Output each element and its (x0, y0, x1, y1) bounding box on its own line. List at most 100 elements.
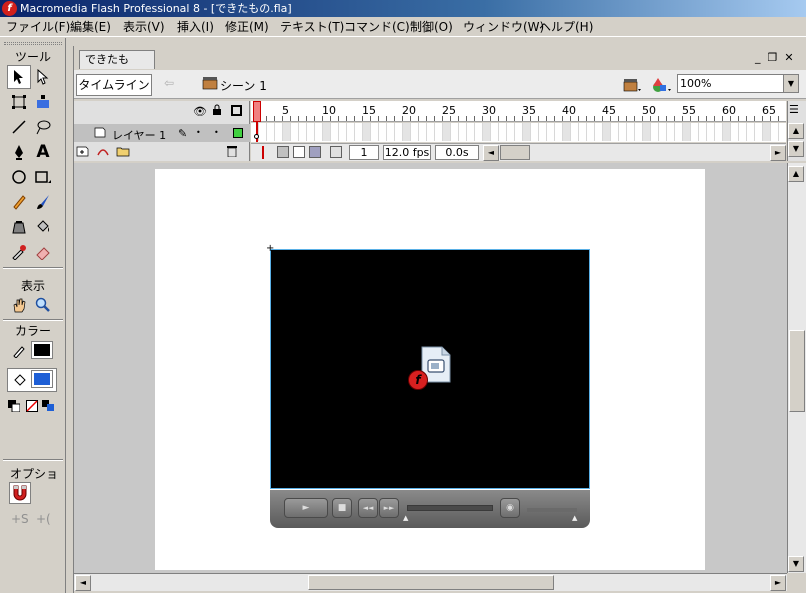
selection-tool[interactable] (7, 65, 31, 89)
ink-bottle-tool[interactable] (7, 215, 31, 239)
frame-cell[interactable] (339, 123, 347, 141)
frame-cell[interactable] (283, 123, 291, 141)
oval-tool[interactable] (7, 165, 31, 189)
onion-markers-icon[interactable] (330, 146, 342, 158)
menu-modify[interactable]: 修正(M) (225, 19, 269, 35)
timeline-scroll-left[interactable]: ◄ (483, 145, 499, 161)
no-color-icon[interactable] (23, 397, 41, 415)
frame-cell[interactable] (435, 123, 443, 141)
frame-cell[interactable] (491, 123, 499, 141)
timeline-scroll-right[interactable]: ► (770, 145, 786, 161)
frame-cell[interactable] (587, 123, 595, 141)
frame-cell[interactable] (507, 123, 515, 141)
frame-cell[interactable] (579, 123, 587, 141)
back-arrow-icon[interactable]: ⇦ (164, 76, 184, 94)
stroke-color-swatch[interactable] (31, 341, 53, 359)
rectangle-tool[interactable] (31, 165, 55, 189)
play-button[interactable]: ► (284, 498, 328, 518)
menu-commands[interactable]: コマンド(C) (344, 19, 410, 35)
layer-name[interactable]: レイヤー 1 (112, 127, 166, 143)
frame-cell[interactable] (331, 123, 339, 141)
frame-cell[interactable] (691, 123, 699, 141)
frame-cell[interactable] (259, 123, 267, 141)
close-icon[interactable]: ✕ (784, 51, 800, 64)
add-motion-guide-icon[interactable] (96, 145, 110, 157)
frame-cell[interactable] (555, 123, 563, 141)
zoom-select[interactable]: 100% (677, 74, 799, 93)
frame-cell[interactable] (539, 123, 547, 141)
frame-cell[interactable] (499, 123, 507, 141)
frame-rate-field[interactable]: 12.0 fps (383, 145, 431, 160)
frame-cell[interactable] (747, 123, 755, 141)
pen-tool[interactable] (7, 140, 31, 164)
frame-cell[interactable] (427, 123, 435, 141)
frame-cell[interactable] (667, 123, 675, 141)
frame-cell[interactable] (443, 123, 451, 141)
edit-symbols-icon[interactable] (650, 76, 672, 94)
seek-bar[interactable] (407, 505, 493, 511)
frame-cell[interactable] (275, 123, 283, 141)
insert-folder-icon[interactable] (116, 145, 130, 157)
layer-frames[interactable] (251, 123, 786, 142)
frame-cell[interactable] (651, 123, 659, 141)
frame-cell[interactable] (779, 123, 786, 141)
outline-color-box[interactable] (233, 128, 243, 138)
frame-cell[interactable] (475, 123, 483, 141)
frame-cell[interactable] (523, 123, 531, 141)
frame-cell[interactable] (299, 123, 307, 141)
subselection-tool[interactable] (31, 65, 55, 89)
frame-cell[interactable] (619, 123, 627, 141)
frame-cell[interactable] (595, 123, 603, 141)
lock-dot[interactable]: • (214, 128, 219, 137)
vscroll-down-button[interactable]: ▼ (788, 556, 804, 572)
keyframe-marker[interactable] (254, 134, 259, 139)
free-transform-tool[interactable] (7, 90, 31, 114)
edit-scene-icon[interactable] (622, 76, 642, 94)
frame-cell[interactable] (563, 123, 571, 141)
frame-cell[interactable] (315, 123, 323, 141)
trash-icon[interactable] (226, 145, 238, 158)
hscroll-left-button[interactable]: ◄ (75, 575, 91, 591)
straighten-option-icon[interactable]: +( (36, 512, 51, 526)
frame-cell[interactable] (659, 123, 667, 141)
frame-cell[interactable] (771, 123, 779, 141)
frame-cell[interactable] (371, 123, 379, 141)
menu-view[interactable]: 表示(V) (123, 19, 165, 35)
frame-cell[interactable] (467, 123, 475, 141)
menu-insert[interactable]: 挿入(I) (177, 19, 214, 35)
timeline-scroll-thumb[interactable] (500, 145, 530, 160)
frame-cell[interactable] (763, 123, 771, 141)
menu-file[interactable]: ファイル(F) (6, 19, 70, 35)
frame-cell[interactable] (387, 123, 395, 141)
line-tool[interactable] (7, 115, 31, 139)
frame-cell[interactable] (675, 123, 683, 141)
forward-button[interactable]: ►► (379, 498, 399, 518)
vscroll-up-button[interactable]: ▲ (788, 166, 804, 182)
frame-cell[interactable] (731, 123, 739, 141)
visibility-dot[interactable]: • (196, 128, 201, 137)
pencil-tool[interactable] (7, 190, 31, 214)
frame-cell[interactable] (419, 123, 427, 141)
menu-help[interactable]: ヘルプ(H) (539, 19, 593, 35)
frame-cell[interactable] (515, 123, 523, 141)
frame-cell[interactable] (531, 123, 539, 141)
menu-edit[interactable]: 編集(E) (70, 19, 111, 35)
onion-skin-icon[interactable] (277, 146, 289, 158)
menu-control[interactable]: 制御(O) (410, 19, 453, 35)
frame-cell[interactable] (363, 123, 371, 141)
zoom-tool[interactable] (31, 293, 55, 317)
frame-cell[interactable] (403, 123, 411, 141)
timeline-toggle-button[interactable]: タイムライン (76, 74, 152, 96)
seek-handle-icon[interactable]: ▲ (403, 514, 408, 522)
timeline-ruler[interactable]: 1 5 10 15 20 25 30 35 40 45 50 55 60 65 (251, 101, 786, 122)
frame-cell[interactable] (635, 123, 643, 141)
volume-handle-icon[interactable]: ▲ (572, 514, 577, 522)
playhead[interactable] (253, 101, 261, 122)
smooth-option-icon[interactable]: +S (11, 512, 29, 526)
frame-cell[interactable] (627, 123, 635, 141)
snap-to-objects-button[interactable] (9, 482, 31, 504)
frame-cell[interactable] (483, 123, 491, 141)
brush-tool[interactable] (31, 190, 55, 214)
frame-cell[interactable] (291, 123, 299, 141)
frame-cell[interactable] (411, 123, 419, 141)
